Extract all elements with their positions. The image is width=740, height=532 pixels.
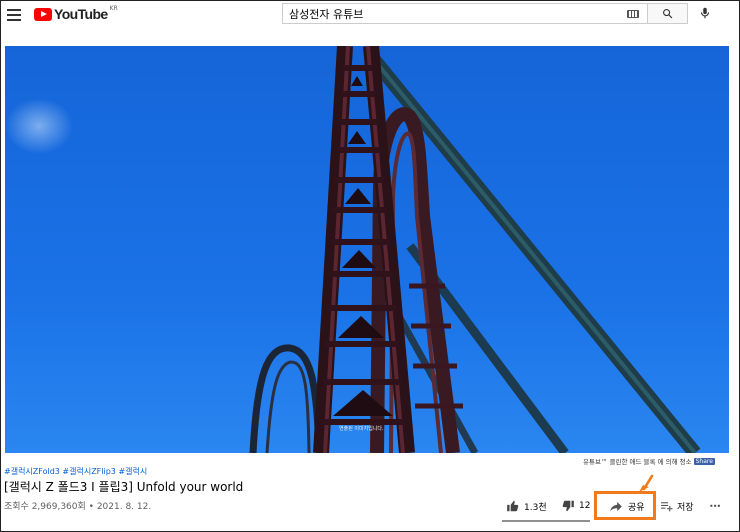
- hashtag-link[interactable]: #갤럭시ZFold3: [4, 467, 60, 476]
- hashtag-link[interactable]: #갤럭시ZFlip3: [62, 467, 115, 476]
- video-title: [갤럭시 Z 폴드3 I 플립3] Unfold your world: [4, 480, 244, 494]
- dislike-button[interactable]: 12: [561, 491, 591, 521]
- extension-notice: 유튜브™ 클린한 애드 블록 에 의해 청소 Share: [583, 456, 715, 466]
- more-actions-button[interactable]: •••: [709, 491, 721, 521]
- like-button[interactable]: 1.3천: [506, 491, 547, 521]
- more-icon: •••: [709, 501, 721, 511]
- hashtag-list: #갤럭시ZFold3 #갤럭시ZFlip3 #갤럭시: [4, 466, 147, 477]
- thumbs-down-icon: [562, 500, 574, 512]
- dislike-count: 12: [579, 501, 591, 511]
- youtube-play-icon: [34, 7, 52, 21]
- search-input[interactable]: 삼성전자 유튜브: [282, 3, 647, 24]
- search-query: 삼성전자 유튜브: [289, 7, 364, 21]
- annotation-arrow-icon: [639, 474, 654, 492]
- extension-share-button[interactable]: Share: [693, 457, 715, 465]
- save-label: 저장: [677, 502, 694, 513]
- masthead: YouTube KR 삼성전자 유튜브: [1, 1, 739, 31]
- video-frame-roller-coaster: [5, 46, 701, 453]
- save-button[interactable]: 저장: [660, 491, 694, 521]
- video-caption: 연출된 이미지입니다.: [339, 426, 384, 432]
- keyboard-icon[interactable]: [627, 10, 639, 18]
- country-code: KR: [109, 4, 118, 12]
- playlist-add-icon: [661, 502, 673, 512]
- sentiment-bar: [502, 520, 590, 522]
- search-button[interactable]: [647, 3, 688, 24]
- microphone-icon[interactable]: [698, 6, 712, 20]
- youtube-logo[interactable]: YouTube KR: [34, 4, 118, 22]
- like-count: 1.3천: [524, 502, 547, 513]
- share-highlight-box: [594, 491, 656, 520]
- search-bar: 삼성전자 유튜브: [282, 3, 688, 24]
- hashtag-link[interactable]: #갤럭시: [118, 467, 147, 476]
- logo-text: YouTube: [54, 6, 108, 22]
- search-icon: [663, 9, 673, 19]
- menu-icon[interactable]: [7, 9, 21, 21]
- video-player[interactable]: [5, 46, 729, 453]
- video-meta: 조회수 2,969,360회 • 2021. 8. 12.: [4, 502, 152, 512]
- thumbs-up-icon: [507, 500, 519, 512]
- extension-notice-text: 유튜브™ 클린한 애드 블록 에 의해 청소: [583, 458, 692, 466]
